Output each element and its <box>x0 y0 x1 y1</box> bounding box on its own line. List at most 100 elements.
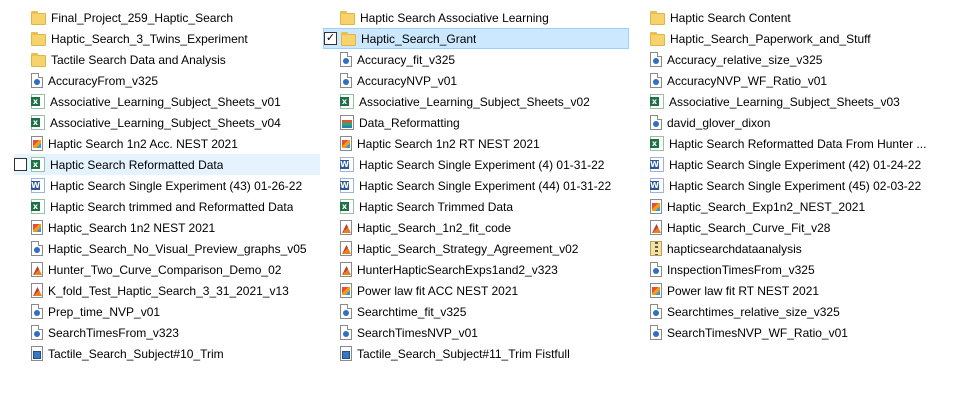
folder-icon <box>650 31 665 46</box>
file-item[interactable]: Power law fit RT NEST 2021 <box>633 280 933 301</box>
file-item[interactable]: Final_Project_259_Haptic_Search <box>14 7 320 28</box>
file-item[interactable]: x Haptic Search Trimmed Data <box>323 196 629 217</box>
file-item[interactable]: hapticsearchdataanalysis <box>633 238 933 259</box>
file-item[interactable]: Haptic Search Content <box>633 7 933 28</box>
item-checkbox[interactable] <box>14 158 27 171</box>
folder-icon <box>340 10 355 25</box>
word-icon: W <box>650 157 664 172</box>
file-item[interactable]: W Haptic Search Single Experiment (45) 02… <box>633 175 933 196</box>
file-item[interactable]: W Haptic Search Single Experiment (44) 01… <box>323 175 629 196</box>
file-item-label: SearchTimesNVP_WF_Ratio_v01 <box>667 325 848 340</box>
folder-icon <box>650 10 665 25</box>
file-item-label: AccuracyNVP_WF_Ratio_v01 <box>667 73 828 88</box>
file-item[interactable]: Haptic Search 1n2 Acc. NEST 2021 <box>14 133 320 154</box>
file-item[interactable]: Accuracy_fit_v325 <box>323 49 629 70</box>
file-item-label: Haptic Search Trimmed Data <box>359 199 514 214</box>
file-item[interactable]: Power law fit ACC NEST 2021 <box>323 280 629 301</box>
file-item[interactable]: Prep_time_NVP_v01 <box>14 301 320 322</box>
file-item-label: Haptic Search Single Experiment (45) 02-… <box>669 178 922 193</box>
figure-icon <box>31 220 43 235</box>
file-item-label: Haptic Search Reformatted Data <box>50 157 224 172</box>
file-item-label: Associative_Learning_Subject_Sheets_v02 <box>359 94 590 109</box>
file-item[interactable]: ✓ Haptic_Search_Grant <box>323 28 629 49</box>
file-item[interactable]: Data_Reformatting <box>323 112 629 133</box>
file-item[interactable]: SearchTimesNVP_WF_Ratio_v01 <box>633 322 933 343</box>
file-item-label: Haptic_Search_Paperwork_and_Stuff <box>670 31 871 46</box>
file-item-label: Haptic Search Single Experiment (44) 01-… <box>359 178 612 193</box>
file-item[interactable]: x Associative_Learning_Subject_Sheets_v03 <box>633 91 933 112</box>
data-file-icon <box>650 115 662 130</box>
file-item-label: Tactile Search Data and Analysis <box>51 52 226 67</box>
file-item[interactable]: SearchTimesFrom_v323 <box>14 322 320 343</box>
file-item-label: hapticsearchdataanalysis <box>667 241 802 256</box>
file-item-label: Associative_Learning_Subject_Sheets_v01 <box>50 94 281 109</box>
file-item[interactable]: x Haptic Search Reformatted Data From Hun… <box>633 133 933 154</box>
file-item[interactable]: Searchtime_fit_v325 <box>323 301 629 322</box>
file-item-label: SearchTimesNVP_v01 <box>357 325 478 340</box>
file-item[interactable]: AccuracyFrom_v325 <box>14 70 320 91</box>
app-icon <box>340 115 354 130</box>
file-item-label: HunterHapticSearchExps1and2_v323 <box>357 262 558 277</box>
data-file-icon <box>340 325 352 340</box>
file-item-label: InspectionTimesFrom_v325 <box>667 262 815 277</box>
word-icon: W <box>650 178 664 193</box>
file-item[interactable]: Haptic_Search_Strategy_Agreement_v02 <box>323 238 629 259</box>
file-item[interactable]: Tactile_Search_Subject#10_Trim <box>14 343 320 364</box>
file-item[interactable]: W Haptic Search Single Experiment (43) 01… <box>14 175 320 196</box>
file-item[interactable]: InspectionTimesFrom_v325 <box>633 259 933 280</box>
data-file-icon <box>650 325 662 340</box>
file-item-label: david_glover_dixon <box>667 115 771 130</box>
file-item-label: AccuracyFrom_v325 <box>48 73 159 88</box>
file-item[interactable]: W Haptic Search Single Experiment (42) 01… <box>633 154 933 175</box>
file-item[interactable]: Haptic_Search_Curve_Fit_v28 <box>633 217 933 238</box>
file-item[interactable]: AccuracyNVP_v01 <box>323 70 629 91</box>
file-item-label: Haptic_Search_No_Visual_Preview_graphs_v… <box>48 241 307 256</box>
file-item[interactable]: AccuracyNVP_WF_Ratio_v01 <box>633 70 933 91</box>
file-item[interactable]: Haptic_Search_1n2_fit_code <box>323 217 629 238</box>
file-item[interactable]: K_fold_Test_Haptic_Search_3_31_2021_v13 <box>14 280 320 301</box>
file-item[interactable]: x Haptic Search Reformatted Data <box>14 154 320 175</box>
file-item[interactable]: Haptic Search Associative Learning <box>323 7 629 28</box>
file-item[interactable]: HunterHapticSearchExps1and2_v323 <box>323 259 629 280</box>
file-item-label: Power law fit RT NEST 2021 <box>667 283 820 298</box>
file-item-label: Haptic Search Content <box>670 10 791 25</box>
file-item[interactable]: x Associative_Learning_Subject_Sheets_v01 <box>14 91 320 112</box>
excel-icon: x <box>31 94 45 109</box>
file-item[interactable]: Haptic Search 1n2 RT NEST 2021 <box>323 133 629 154</box>
file-item[interactable]: david_glover_dixon <box>633 112 933 133</box>
file-item[interactable]: Searchtimes_relative_size_v325 <box>633 301 933 322</box>
file-item[interactable]: x Haptic Search trimmed and Reformatted D… <box>14 196 320 217</box>
file-item[interactable]: Accuracy_relative_size_v325 <box>633 49 933 70</box>
script-icon <box>31 262 43 277</box>
file-item[interactable]: SearchTimesNVP_v01 <box>323 322 629 343</box>
script-icon <box>340 241 352 256</box>
file-item[interactable]: Tactile_Search_Subject#11_Trim Fistfull <box>323 343 629 364</box>
file-item[interactable]: Haptic_Search_No_Visual_Preview_graphs_v… <box>14 238 320 259</box>
file-column-3: Haptic Search Content Haptic_Search_Paper… <box>633 7 933 343</box>
data-file-icon <box>31 73 43 88</box>
file-item-label: Power law fit ACC NEST 2021 <box>357 283 519 298</box>
file-item-label: Haptic_Search_Strategy_Agreement_v02 <box>357 241 579 256</box>
file-item-label: Haptic_Search_Curve_Fit_v28 <box>667 220 831 235</box>
file-item[interactable]: Haptic_Search_Paperwork_and_Stuff <box>633 28 933 49</box>
file-item-label: Haptic Search Single Experiment (4) 01-3… <box>359 157 605 172</box>
file-item-label: Tactile_Search_Subject#10_Trim <box>48 346 224 361</box>
file-item[interactable]: Tactile Search Data and Analysis <box>14 49 320 70</box>
file-item[interactable]: Hunter_Two_Curve_Comparison_Demo_02 <box>14 259 320 280</box>
file-item[interactable]: x Associative_Learning_Subject_Sheets_v04 <box>14 112 320 133</box>
script-icon <box>340 262 352 277</box>
file-item[interactable]: Haptic_Search_Exp1n2_NEST_2021 <box>633 196 933 217</box>
file-item-label: Searchtimes_relative_size_v325 <box>667 304 840 319</box>
data-file-icon <box>31 304 43 319</box>
file-item[interactable]: x Associative_Learning_Subject_Sheets_v02 <box>323 91 629 112</box>
word-icon: W <box>340 157 354 172</box>
file-item-label: Associative_Learning_Subject_Sheets_v03 <box>669 94 900 109</box>
data-file-icon <box>340 304 352 319</box>
file-item[interactable]: Haptic_Search 1n2 NEST 2021 <box>14 217 320 238</box>
file-column-1: Final_Project_259_Haptic_Search Haptic_Se… <box>14 7 320 364</box>
data-file-icon <box>340 73 352 88</box>
file-item[interactable]: W Haptic Search Single Experiment (4) 01-… <box>323 154 629 175</box>
file-item[interactable]: Haptic_Search_3_Twins_Experiment <box>14 28 320 49</box>
item-checkbox[interactable]: ✓ <box>324 32 337 45</box>
excel-icon: x <box>31 157 45 172</box>
